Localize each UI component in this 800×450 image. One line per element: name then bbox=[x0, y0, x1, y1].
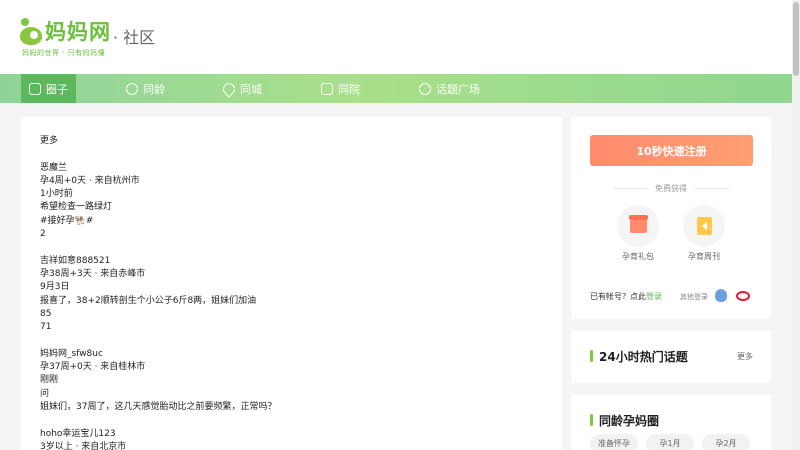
free-label: 免费获得 bbox=[571, 183, 771, 194]
circle-tag[interactable]: 孕1月 bbox=[646, 434, 694, 450]
logo-slogan: 妈妈的世界 · 只有妈妈懂 bbox=[22, 49, 106, 57]
weibo-login-icon[interactable] bbox=[736, 291, 750, 301]
post-count: 71 bbox=[40, 322, 52, 333]
magazine-icon bbox=[697, 217, 712, 235]
gift-pack-link[interactable]: 孕育礼包 bbox=[616, 205, 660, 262]
logo-mark-icon bbox=[20, 18, 44, 46]
page-scrollbar[interactable] bbox=[792, 0, 800, 450]
post-text[interactable]: 希望检查一路绿灯 bbox=[40, 201, 276, 214]
post-meta: 孕37周+0天 · 来自桂林市 bbox=[40, 362, 146, 373]
post-time: 9月3日 bbox=[40, 282, 70, 293]
weekly-magazine-link[interactable]: 孕育周刊 bbox=[682, 205, 726, 262]
hot-topics-title: 24小时热门话题 bbox=[590, 348, 688, 365]
post-meta: 3岁以上 · 来自北京市 bbox=[40, 441, 127, 450]
section-title: · 社区 bbox=[113, 28, 156, 47]
post-tag[interactable]: #接好孕🐏# bbox=[40, 215, 276, 228]
nav-label: 圈子 bbox=[46, 82, 68, 96]
hospital-icon bbox=[321, 82, 333, 95]
gift-box-icon bbox=[629, 215, 648, 233]
site-header: 妈妈网 妈妈的世界 · 只有妈妈懂 · 社区 bbox=[0, 0, 792, 74]
qq-login-icon[interactable] bbox=[715, 289, 727, 302]
circle-tag[interactable]: 孕2月 bbox=[702, 434, 750, 450]
nav-item-topic-square[interactable]: 话题广场 bbox=[419, 74, 480, 103]
post-author[interactable]: hoho幸运宝儿123 bbox=[40, 428, 276, 441]
nav-label: 话题广场 bbox=[436, 82, 480, 96]
same-age-circle-card: 同龄孕妈圈 准备怀孕 孕1月 孕2月 bbox=[571, 395, 771, 450]
post-time: 刚刚 bbox=[40, 375, 59, 386]
chat-bubble-icon bbox=[29, 82, 41, 95]
post-feed: 更多 恶魔兰 孕4周+0天 · 来自杭州市 1小时前 希望检查一路绿灯 #接好孕… bbox=[40, 135, 276, 450]
other-login-label: 其他登录 bbox=[680, 293, 708, 301]
nav-label: 同龄 bbox=[143, 82, 165, 96]
circle-tags: 准备怀孕 孕1月 孕2月 bbox=[590, 434, 750, 450]
location-pin-icon bbox=[220, 80, 238, 97]
nav-item-circles[interactable]: 圈子 bbox=[21, 74, 76, 103]
register-card: 10秒快速注册 免费获得 孕育礼包 孕育周刊 已有帐号？点此登录 其他登录 bbox=[571, 117, 771, 319]
scrollbar-thumb[interactable] bbox=[793, 2, 799, 76]
login-prompt-text: 已有帐号？点此 bbox=[590, 292, 646, 301]
nav-label: 同城 bbox=[240, 82, 262, 96]
feed-panel: 更多 恶魔兰 孕4周+0天 · 来自杭州市 1小时前 希望检查一路绿灯 #接好孕… bbox=[21, 117, 562, 450]
post-meta: 孕38周+3天 · 来自赤峰市 bbox=[40, 268, 146, 279]
gift-label: 孕育周刊 bbox=[688, 252, 720, 261]
post-tag: 问 bbox=[40, 388, 50, 399]
post-meta: 孕4周+0天 · 来自杭州市 bbox=[40, 175, 140, 186]
post-time: 1小时前 bbox=[40, 189, 73, 200]
post-count: 2 bbox=[40, 229, 46, 240]
post-count: 85 bbox=[40, 308, 52, 319]
post-text[interactable]: 姐妹们，37周了，这几天感觉胎动比之前要频繁，正常吗？ bbox=[40, 401, 276, 414]
hot-topics-card: 24小时热门话题 更多 bbox=[571, 331, 771, 383]
hot-topics-more-link[interactable]: 更多 bbox=[737, 351, 753, 362]
main-nav: 圈子 同龄 同城 同院 话题广场 bbox=[0, 74, 792, 103]
site-logo[interactable]: 妈妈网 妈妈的世界 · 只有妈妈懂 bbox=[20, 16, 120, 60]
login-prompt: 已有帐号？点此登录 bbox=[590, 291, 662, 302]
hashtag-icon bbox=[419, 82, 431, 95]
post-author[interactable]: 恶魔兰 bbox=[40, 162, 276, 175]
post-author[interactable]: 妈妈网_sfw8uc bbox=[40, 348, 276, 361]
nav-item-same-age[interactable]: 同龄 bbox=[126, 74, 165, 103]
logo-name: 妈妈网 bbox=[45, 20, 111, 44]
feed-more-link[interactable]: 更多 bbox=[40, 135, 276, 148]
nav-item-same-city[interactable]: 同城 bbox=[220, 74, 262, 103]
same-age-circle-title: 同龄孕妈圈 bbox=[590, 412, 659, 429]
nav-item-same-hospital[interactable]: 同院 bbox=[321, 74, 360, 103]
nav-label: 同院 bbox=[338, 82, 360, 96]
gift-label: 孕育礼包 bbox=[622, 252, 654, 261]
login-link[interactable]: 登录 bbox=[646, 292, 662, 301]
quick-register-button[interactable]: 10秒快速注册 bbox=[590, 135, 753, 166]
post-author[interactable]: 吉祥如意888521 bbox=[40, 255, 276, 268]
post-text[interactable]: 报喜了，38+2顺转剖生个小公子6斤8两，姐妹们加油 bbox=[40, 295, 276, 308]
circle-tag[interactable]: 准备怀孕 bbox=[590, 434, 638, 450]
group-chat-icon bbox=[126, 82, 138, 95]
